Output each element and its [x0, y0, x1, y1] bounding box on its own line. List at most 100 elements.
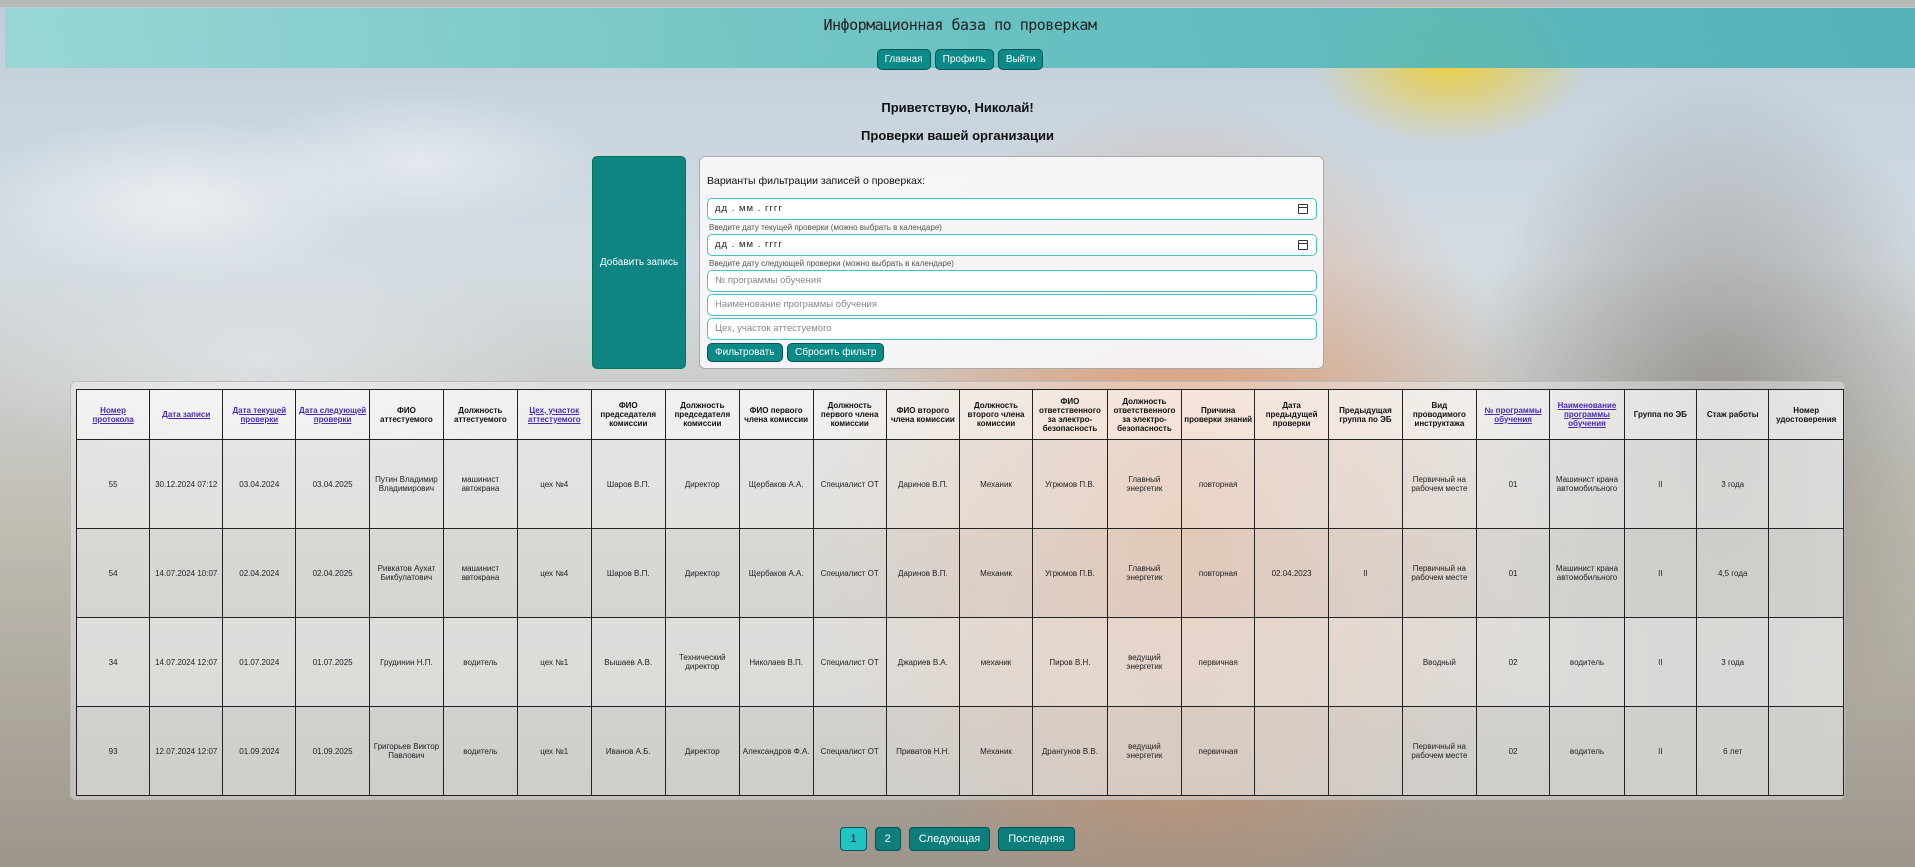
column-label: Дата предыдущей проверки — [1265, 401, 1318, 428]
column-header[interactable]: Дата текущей проверки — [222, 389, 297, 440]
sort-link[interactable]: Номер протокола — [92, 406, 133, 424]
current-check-date-hint: Введите дату текущей проверки (можно выб… — [709, 223, 942, 232]
next-page-button[interactable]: Следующая — [908, 827, 991, 851]
column-header: Должность второго члена комиссии — [958, 389, 1034, 440]
table-cell: ведущий энергетик — [1106, 706, 1183, 796]
table-cell — [1768, 706, 1844, 796]
table-cell: Джариев В.А. — [885, 617, 960, 707]
column-header[interactable]: Дата следующей проверки — [295, 389, 370, 440]
column-header: Должность председателя комиссии — [664, 389, 740, 440]
table-cell: 93 — [75, 706, 151, 796]
column-header: Вид проводимого инструктажа — [1401, 389, 1477, 440]
table-cell: Николаев В.П. — [738, 617, 814, 707]
column-header: Причина проверки знаний — [1181, 389, 1256, 440]
column-header: ФИО ответственного за электро-безопаснос… — [1032, 389, 1108, 440]
table-cell: Машинист крана автомобильного — [1549, 528, 1625, 618]
table-cell: II — [1623, 706, 1697, 796]
nav-buttons: Главная Профиль Выйти — [5, 49, 1915, 70]
table-cell: Пиров В.Н. — [1032, 617, 1108, 707]
table-cell: машинист автокрана — [442, 528, 518, 618]
records-table-container[interactable]: Номер протокола Дата записи Дата текущей п… — [70, 381, 1845, 800]
filter-reset-button[interactable]: Сбросить фильтр — [787, 343, 885, 362]
column-header: Должность аттестуемого — [442, 389, 518, 440]
page-1-button[interactable]: 1 — [840, 827, 867, 851]
table-cell: ведущий энергетик — [1106, 617, 1183, 707]
table-cell: повторная — [1181, 528, 1256, 618]
column-header: ФИО аттестуемого — [368, 389, 444, 440]
table-cell: водитель — [1549, 706, 1625, 796]
table-cell: 3 года — [1695, 617, 1770, 707]
sort-link[interactable]: Дата записи — [162, 410, 210, 419]
column-header: Номер удостоверения — [1768, 389, 1844, 440]
table-cell: Машинист крана автомобильного — [1549, 439, 1625, 529]
table-cell — [1254, 439, 1330, 529]
table-cell: 01.09.2025 — [295, 706, 370, 796]
column-header[interactable]: Дата записи — [149, 389, 224, 440]
table-cell: Иванов А.Б. — [590, 706, 666, 796]
column-header: ФИО председателя комиссии — [590, 389, 666, 440]
next-check-date-input[interactable]: дд . мм . гггг — [707, 234, 1317, 256]
page-2-button[interactable]: 2 — [874, 827, 901, 851]
table-cell: Александров Ф.А. — [738, 706, 814, 796]
sort-link[interactable]: Дата следующей проверки — [299, 406, 366, 424]
table-cell: II — [1623, 617, 1697, 707]
column-header[interactable]: № программы обучения — [1475, 389, 1551, 440]
table-cell — [1328, 439, 1403, 529]
column-label: ФИО второго члена комиссии — [890, 405, 955, 424]
column-label: ФИО первого члена комиссии — [744, 405, 809, 424]
last-page-button[interactable]: Последняя — [998, 827, 1075, 851]
column-header: Предыдущая группа по ЭБ — [1328, 389, 1403, 440]
table-cell: 01 — [1475, 439, 1551, 529]
sort-link[interactable]: Цех, участок аттестуемого — [528, 406, 581, 424]
table-cell: Угрюмов П.В. — [1032, 528, 1108, 618]
sort-link[interactable]: Дата текущей проверки — [232, 406, 286, 424]
sort-link[interactable]: Наименование программы обучения — [1558, 401, 1617, 428]
table-cell: Угрюмов П.В. — [1032, 439, 1108, 529]
column-label: Причина проверки знаний — [1184, 405, 1253, 424]
table-cell: первичная — [1181, 617, 1256, 707]
table-cell: Механик — [958, 439, 1034, 529]
table-cell: Щербаков А.А. — [738, 528, 814, 618]
table-cell: Первичный на рабочем месте — [1401, 439, 1477, 529]
program-number-input[interactable]: № программы обучения — [707, 270, 1317, 292]
column-header[interactable]: Наименование программы обучения — [1549, 389, 1625, 440]
table-cell: Путин Владимир Владимирович — [368, 439, 444, 529]
table-row[interactable]: 34 14.07.2024 12:07 01.07.2024 01.07.2025 Гр… — [75, 617, 1844, 707]
add-record-button[interactable]: Добавить запись — [592, 156, 686, 369]
table-cell: механик — [958, 617, 1034, 707]
column-header: Должность первого члена комиссии — [812, 389, 887, 440]
sort-link[interactable]: № программы обучения — [1485, 406, 1542, 424]
table-cell: цех №4 — [516, 439, 592, 529]
filter-apply-button[interactable]: Фильтровать — [707, 343, 783, 362]
table-row[interactable]: 55 30.12.2024 07:12 03.04.2024 03.04.2025 Пу… — [75, 439, 1844, 529]
table-cell: повторная — [1181, 439, 1256, 529]
table-cell — [1254, 706, 1330, 796]
table-cell: Дрангунов В.В. — [1032, 706, 1108, 796]
column-label: Группа по ЭБ — [1633, 410, 1687, 419]
table-row[interactable]: 93 12.07.2024 12:07 01.09.2024 01.09.2025 Гр… — [75, 706, 1844, 796]
table-cell: Даринов В.П. — [885, 528, 960, 618]
table-cell: II — [1623, 439, 1697, 529]
program-name-input[interactable]: Наименование программы обучения — [707, 294, 1317, 316]
nav-logout-button[interactable]: Выйти — [997, 49, 1044, 70]
column-header[interactable]: Цех, участок аттестуемого — [516, 389, 592, 440]
column-header[interactable]: Номер протокола — [75, 389, 151, 440]
table-cell: Специалист ОТ — [812, 528, 887, 618]
column-label: Должность второго члена комиссии — [967, 401, 1025, 428]
calendar-icon[interactable] — [1298, 204, 1308, 214]
workshop-input[interactable]: Цех, участок аттестуемого — [707, 318, 1317, 340]
table-cell: цех №4 — [516, 528, 592, 618]
table-cell — [1768, 439, 1844, 529]
current-check-date-input[interactable]: дд . мм . гггг — [707, 198, 1317, 220]
table-cell: 34 — [75, 617, 151, 707]
calendar-icon[interactable] — [1298, 240, 1308, 250]
table-cell: Первичный на рабочем месте — [1401, 706, 1477, 796]
table-row[interactable]: 54 14.07.2024 10:07 02.04.2024 02.04.2025 Ри… — [75, 528, 1844, 618]
table-cell: машинист автокрана — [442, 439, 518, 529]
table-cell: Директор — [664, 706, 740, 796]
nav-profile-button[interactable]: Профиль — [934, 49, 994, 70]
table-cell: 01.09.2024 — [222, 706, 297, 796]
table-cell: водитель — [442, 706, 518, 796]
nav-home-button[interactable]: Главная — [876, 49, 931, 70]
table-cell: 02 — [1475, 617, 1551, 707]
